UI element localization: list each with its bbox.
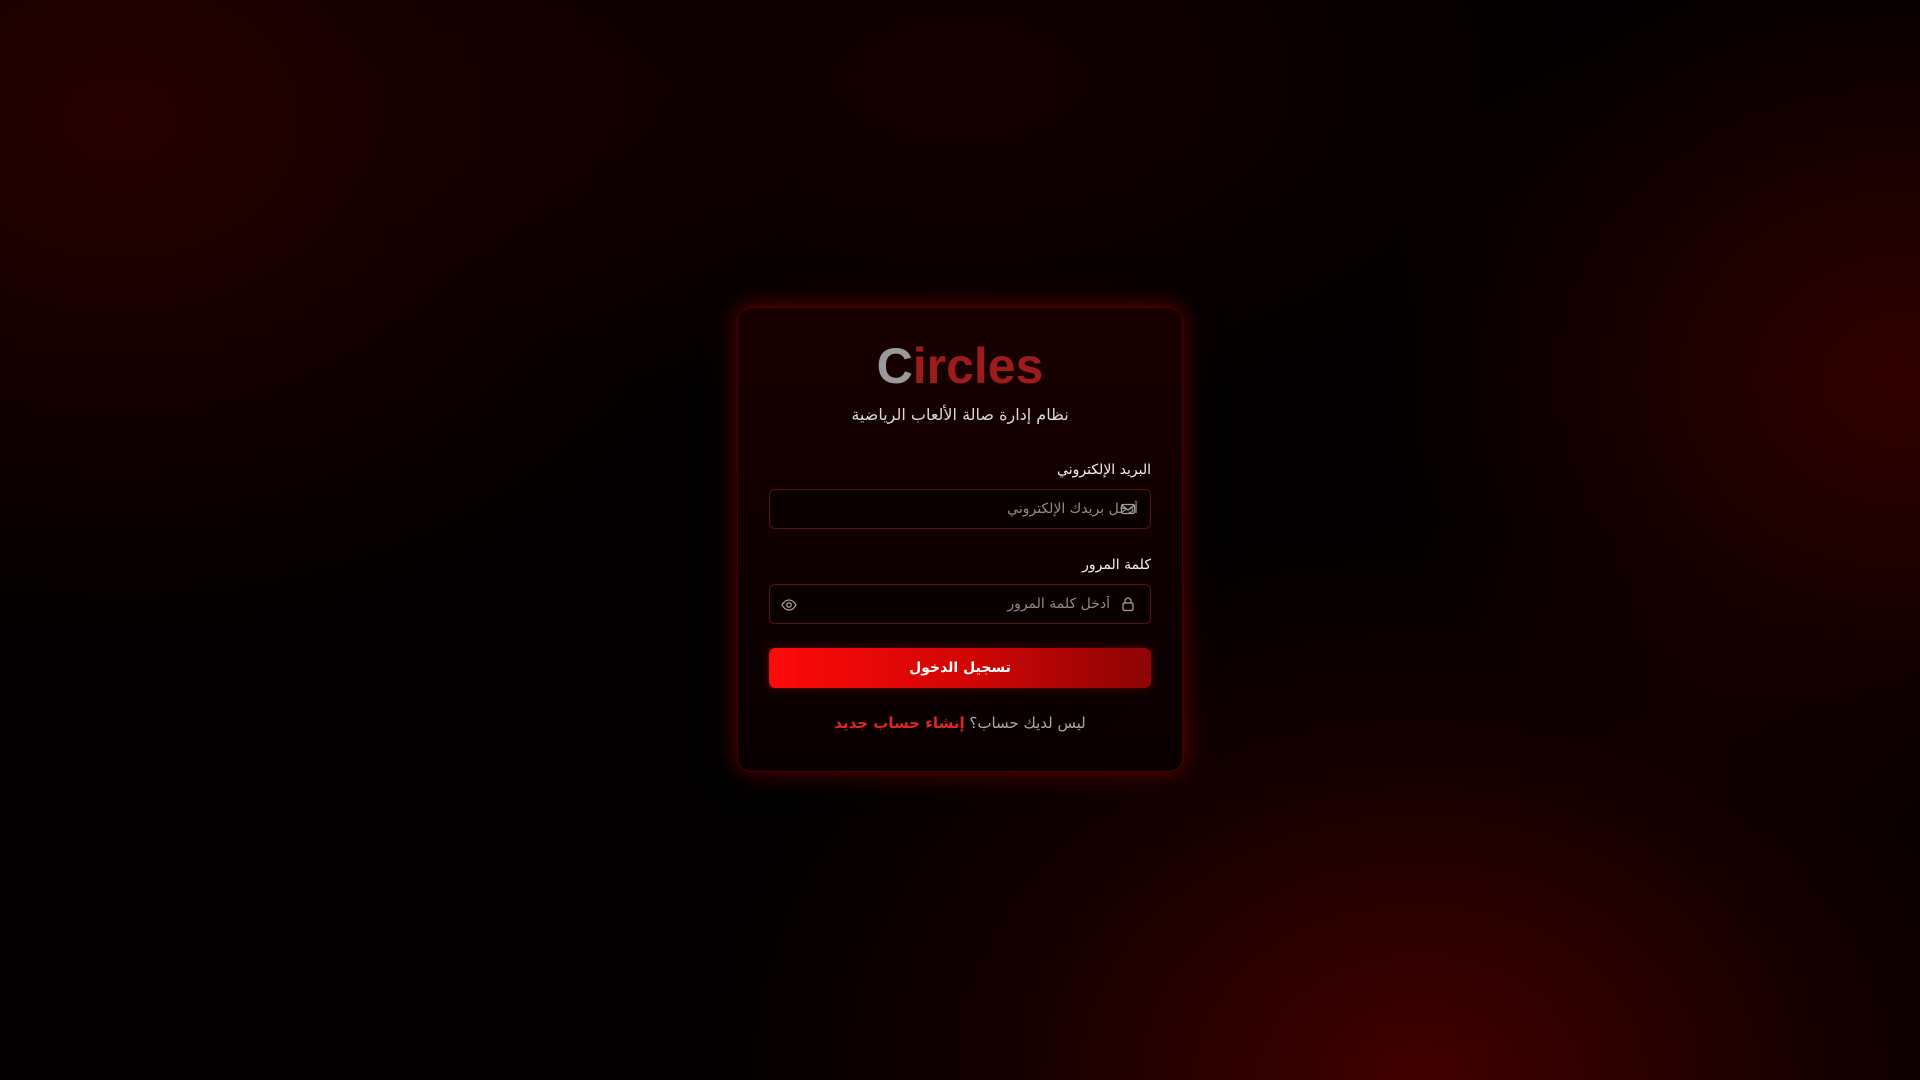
app-logo: Circles: [769, 341, 1151, 391]
register-link[interactable]: إنشاء حساب جديد: [834, 714, 964, 732]
email-input-wrapper: [769, 489, 1151, 529]
email-field-group: البريد الإلكتروني: [769, 462, 1151, 529]
password-label: كلمة المرور: [1082, 557, 1151, 573]
mail-icon: [1120, 501, 1136, 517]
register-prompt-text: ليس لديك حساب؟: [969, 714, 1086, 732]
login-button[interactable]: تسجيل الدخول: [769, 648, 1151, 688]
password-input-wrapper: [769, 584, 1151, 624]
lock-icon: [1120, 596, 1136, 612]
login-card: Circles نظام إدارة صالة الألعاب الرياضية…: [737, 307, 1183, 772]
eye-icon[interactable]: [781, 597, 797, 613]
register-prompt: ليس لديك حساب؟ إنشاء حساب جديد: [769, 714, 1151, 732]
password-field-group: كلمة المرور: [769, 557, 1151, 624]
email-input[interactable]: [770, 490, 1150, 528]
app-subtitle: نظام إدارة صالة الألعاب الرياضية: [851, 405, 1069, 424]
logo-rest: ircles: [912, 338, 1044, 394]
password-input[interactable]: [770, 585, 1150, 623]
logo-first-letter: C: [876, 338, 913, 394]
email-label: البريد الإلكتروني: [1057, 462, 1151, 478]
